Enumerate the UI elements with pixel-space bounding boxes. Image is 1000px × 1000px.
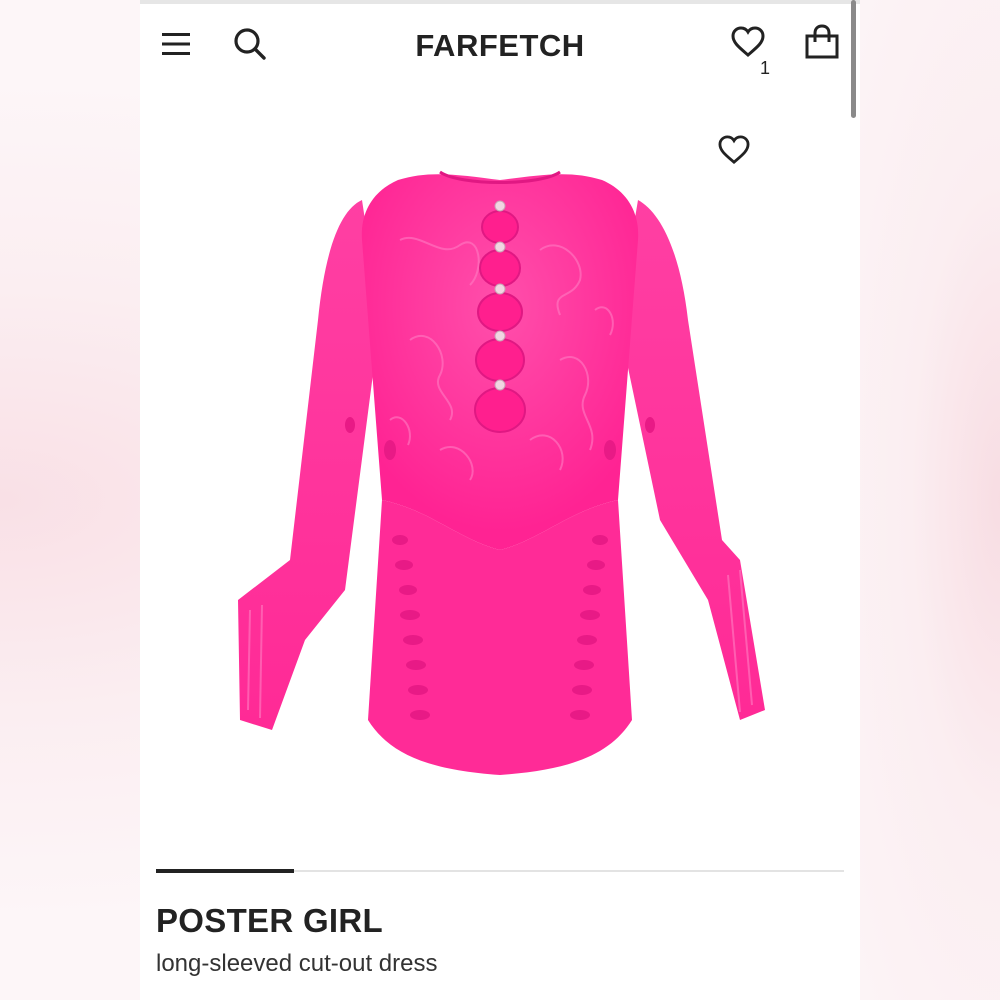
dress-left-sleeve xyxy=(238,200,380,730)
product-image[interactable] xyxy=(140,120,860,820)
gallery-progress xyxy=(156,869,844,873)
top-nav: FARFETCH 1 xyxy=(140,14,860,78)
status-divider xyxy=(140,0,860,4)
brand-logo[interactable]: FARFETCH xyxy=(370,28,630,64)
hamburger-menu-icon[interactable] xyxy=(154,22,198,66)
gallery-progress-fill xyxy=(156,869,294,873)
product-description: long-sleeved cut-out dress xyxy=(156,950,438,977)
wishlist-count: 1 xyxy=(760,58,771,78)
background-right xyxy=(860,0,1000,1000)
product-favorite-icon[interactable] xyxy=(712,128,756,172)
product-designer[interactable]: POSTER GIRL xyxy=(156,902,383,940)
app-screen: FARFETCH 1 POSTER GIRL long-sleeved cut-… xyxy=(140,0,860,1000)
search-icon[interactable] xyxy=(228,22,272,66)
dress-right-sleeve xyxy=(618,200,765,720)
shopping-bag-icon[interactable] xyxy=(800,20,844,64)
